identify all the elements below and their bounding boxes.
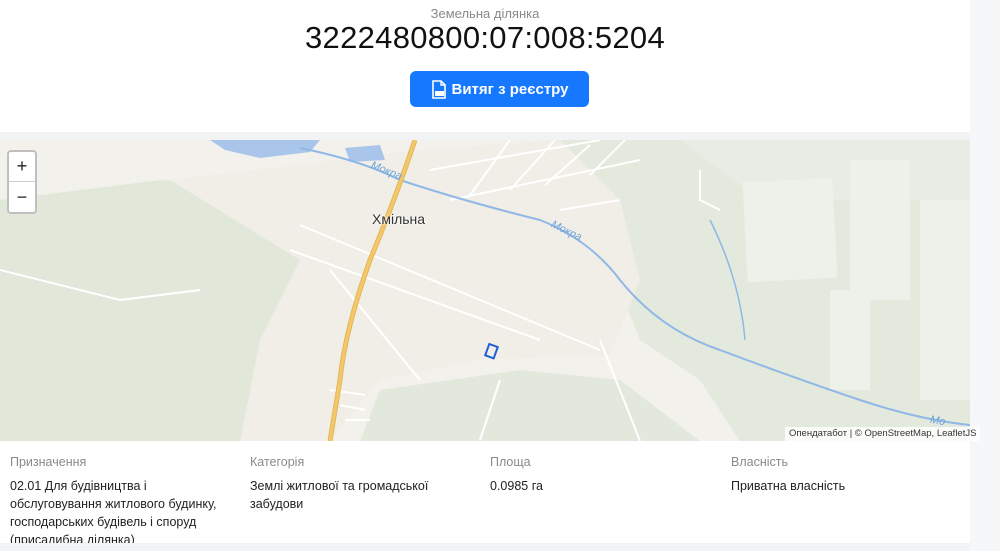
area-value: 0.0985 га bbox=[490, 479, 543, 493]
ownership-column: Власність Приватна власність bbox=[731, 455, 961, 495]
purpose-label: Призначення bbox=[10, 455, 87, 469]
map-canvas[interactable] bbox=[0, 140, 970, 441]
cadastral-number: 3222480800:07:008:5204 bbox=[304, 20, 665, 55]
area-label: Площа bbox=[490, 455, 531, 469]
zoom-in-button[interactable]: + bbox=[9, 152, 35, 182]
attribution-link-osm[interactable]: OpenStreetMap bbox=[864, 428, 931, 439]
ownership-label: Власність bbox=[731, 455, 789, 469]
separator bbox=[0, 132, 970, 140]
map-view[interactable]: Мокра Мокра Мо bbox=[0, 140, 970, 441]
category-column: Категорія Землі житлової та громадської … bbox=[250, 455, 450, 513]
ownership-value: Приватна власність bbox=[731, 479, 846, 493]
attribution-separator: | © bbox=[847, 428, 865, 439]
parcel-header: Земельна ділянка 3222480800:07:008:5204 … bbox=[0, 0, 970, 132]
attribution-link-leaflet[interactable]: , LeafletJS bbox=[932, 428, 977, 439]
attribution-link-opendatabot[interactable]: Опендатабот bbox=[789, 428, 847, 439]
pdf-file-icon bbox=[431, 79, 447, 99]
area-column: Площа 0.0985 га bbox=[490, 455, 720, 495]
place-label: Хмільна bbox=[372, 211, 426, 227]
extract-button[interactable]: Витяг з реєстру bbox=[410, 71, 589, 107]
right-gutter bbox=[970, 0, 1000, 551]
page-subtitle: Земельна ділянка bbox=[430, 6, 540, 21]
purpose-value: 02.01 Для будівництва і обслуговування ж… bbox=[10, 479, 217, 547]
bottom-separator bbox=[0, 543, 970, 551]
parcel-details: Призначення 02.01 Для будівництва і обсл… bbox=[0, 441, 970, 551]
category-value: Землі житлової та громадської забудови bbox=[250, 479, 429, 511]
zoom-control: + − bbox=[7, 150, 37, 214]
purpose-column: Призначення 02.01 Для будівництва і обсл… bbox=[10, 455, 240, 549]
map-attribution: Опендатабот | © OpenStreetMap, LeafletJS bbox=[785, 427, 981, 441]
extract-button-label: Витяг з реєстру bbox=[451, 80, 569, 98]
category-label: Категорія bbox=[250, 455, 305, 469]
zoom-out-button[interactable]: − bbox=[9, 182, 35, 212]
